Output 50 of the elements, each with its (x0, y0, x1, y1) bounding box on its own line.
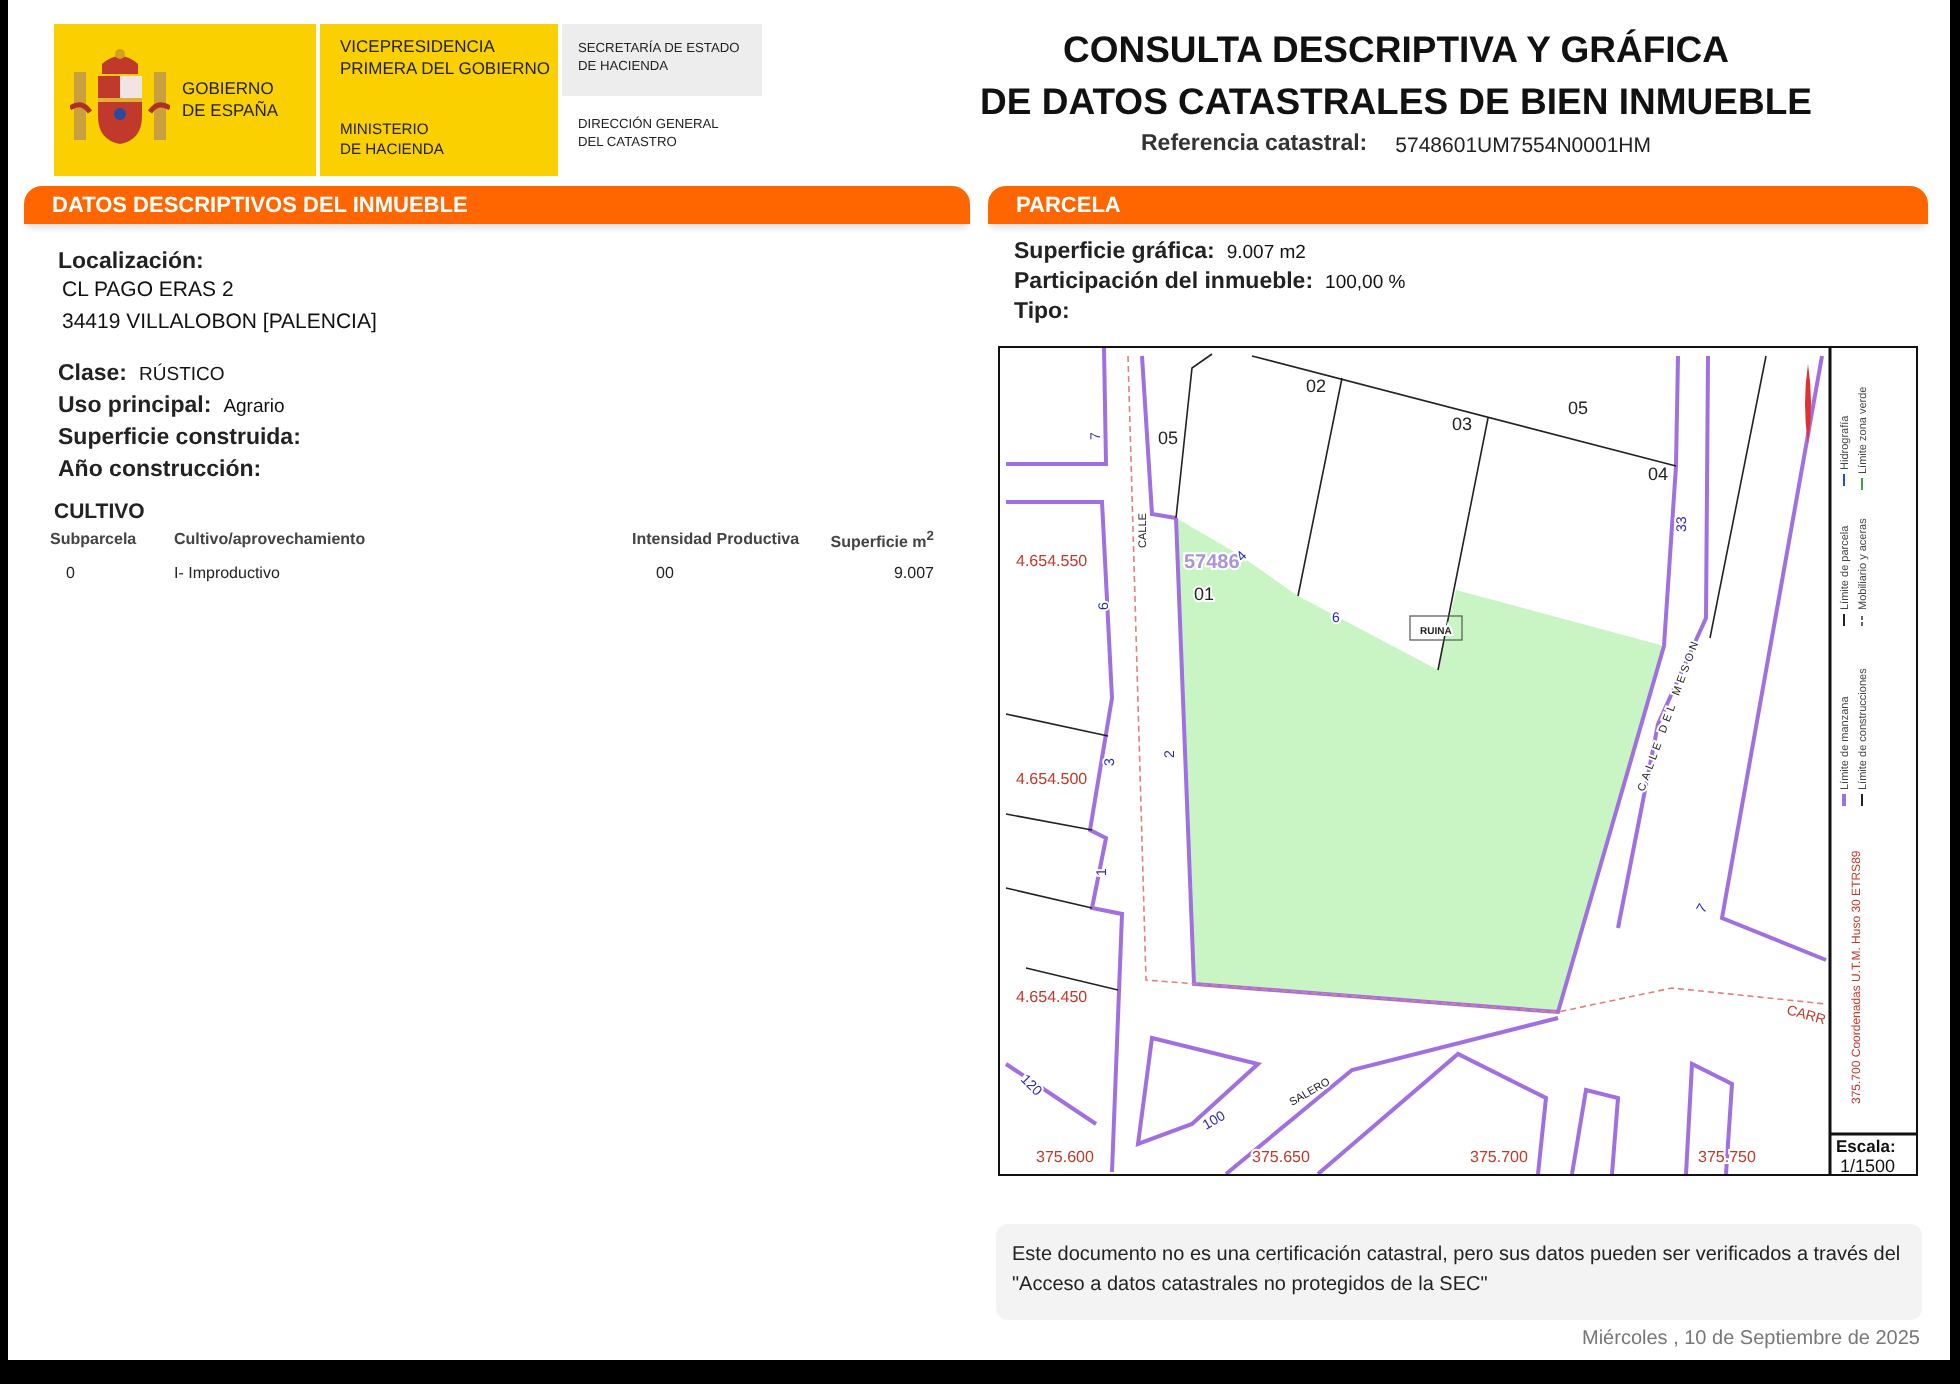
reference-value: 5748601UM7554N0001HM (1395, 132, 1651, 158)
field-label: Superficie gráfica: (1014, 240, 1215, 264)
section-title: CULTIVO (54, 500, 147, 524)
date-text: Miércoles , 10 de Septiembre de 2025 (1580, 1328, 1920, 1352)
table-cell-text: 0 (64, 563, 77, 582)
column-header: Superficie m$^{2}$ (828, 528, 934, 556)
block-boundary-line (1006, 347, 1109, 466)
scale-label: Escala: (1836, 1136, 1896, 1156)
map-label: 01 (1194, 584, 1215, 604)
map-label: 57486 (1184, 552, 1240, 574)
field-value: 9.007 m2 (1226, 242, 1306, 264)
reference-label: Referencia catastral: (1141, 132, 1368, 158)
map-label: 02 (1306, 376, 1327, 396)
field-label: Participación del inmueble: (1014, 270, 1314, 294)
map-label: 04 (1648, 464, 1669, 484)
field-label: Superficie construida: (58, 426, 301, 450)
field-label: Tipo: (1014, 300, 1070, 324)
column-header: Cultivo/aprovechamiento (174, 528, 368, 552)
map-symbol-icon (1805, 364, 1811, 444)
section-header: PARCELA (988, 186, 1928, 224)
disclaimer-text: Este documento no es una certificación catastral, pero sus datos pueden ser verificados a través del "Acceso a datos catastrales no protegidos de la SEC" (996, 1224, 1922, 1320)
table-cell-text: 00 (654, 563, 676, 582)
field-label: Clase: (58, 362, 128, 386)
column-header: Intensidad Productiva (632, 528, 802, 552)
map-label: 05 (1158, 428, 1179, 448)
map-label: 4.654.500 (1016, 770, 1088, 788)
section-header: DATOS DESCRIPTIVOS DEL INMUEBLE (24, 186, 970, 224)
field-value: 100,00 % (1325, 272, 1406, 294)
address-text: CL PAGO ERAS 2 34419 VILLALOBON [PALENCIA] (62, 276, 379, 338)
map-label: 03 (1452, 414, 1473, 434)
scale-value: 1/1500 (1840, 1156, 1896, 1176)
column-header: Subparcela (50, 528, 139, 552)
map-label: 375.700 (1470, 1148, 1528, 1166)
map-label: 375.600 (1036, 1148, 1094, 1166)
map-label: 4.654.550 (1016, 552, 1088, 570)
field-label: Localización: (58, 250, 206, 274)
block-boundary-line (1570, 1087, 1621, 1175)
map-label: 375.650 (1252, 1148, 1310, 1166)
government-name: GOBIERNO DE ESPAÑA (182, 78, 279, 122)
document-title: DE DATOS CATASTRALES DE BIEN INMUEBLE (978, 78, 1814, 126)
table-cell-text: 9.007 (891, 563, 934, 582)
document-title: CONSULTA DESCRIPTIVA Y GRÁFICA (1060, 26, 1732, 74)
field-label: Uso principal: (58, 394, 212, 418)
field-value: RÚSTICO (139, 364, 225, 386)
table-cell-text: I- Improductivo (174, 563, 282, 582)
map-label: 4.654.450 (1016, 988, 1088, 1006)
map-label: 05 (1568, 398, 1589, 418)
field-value: Agrario (223, 396, 285, 418)
field-label: Año construcción: (58, 458, 262, 482)
vicepresidency-name: VICEPRESIDENCIA PRIMERA DEL GOBIERNO (340, 36, 553, 80)
